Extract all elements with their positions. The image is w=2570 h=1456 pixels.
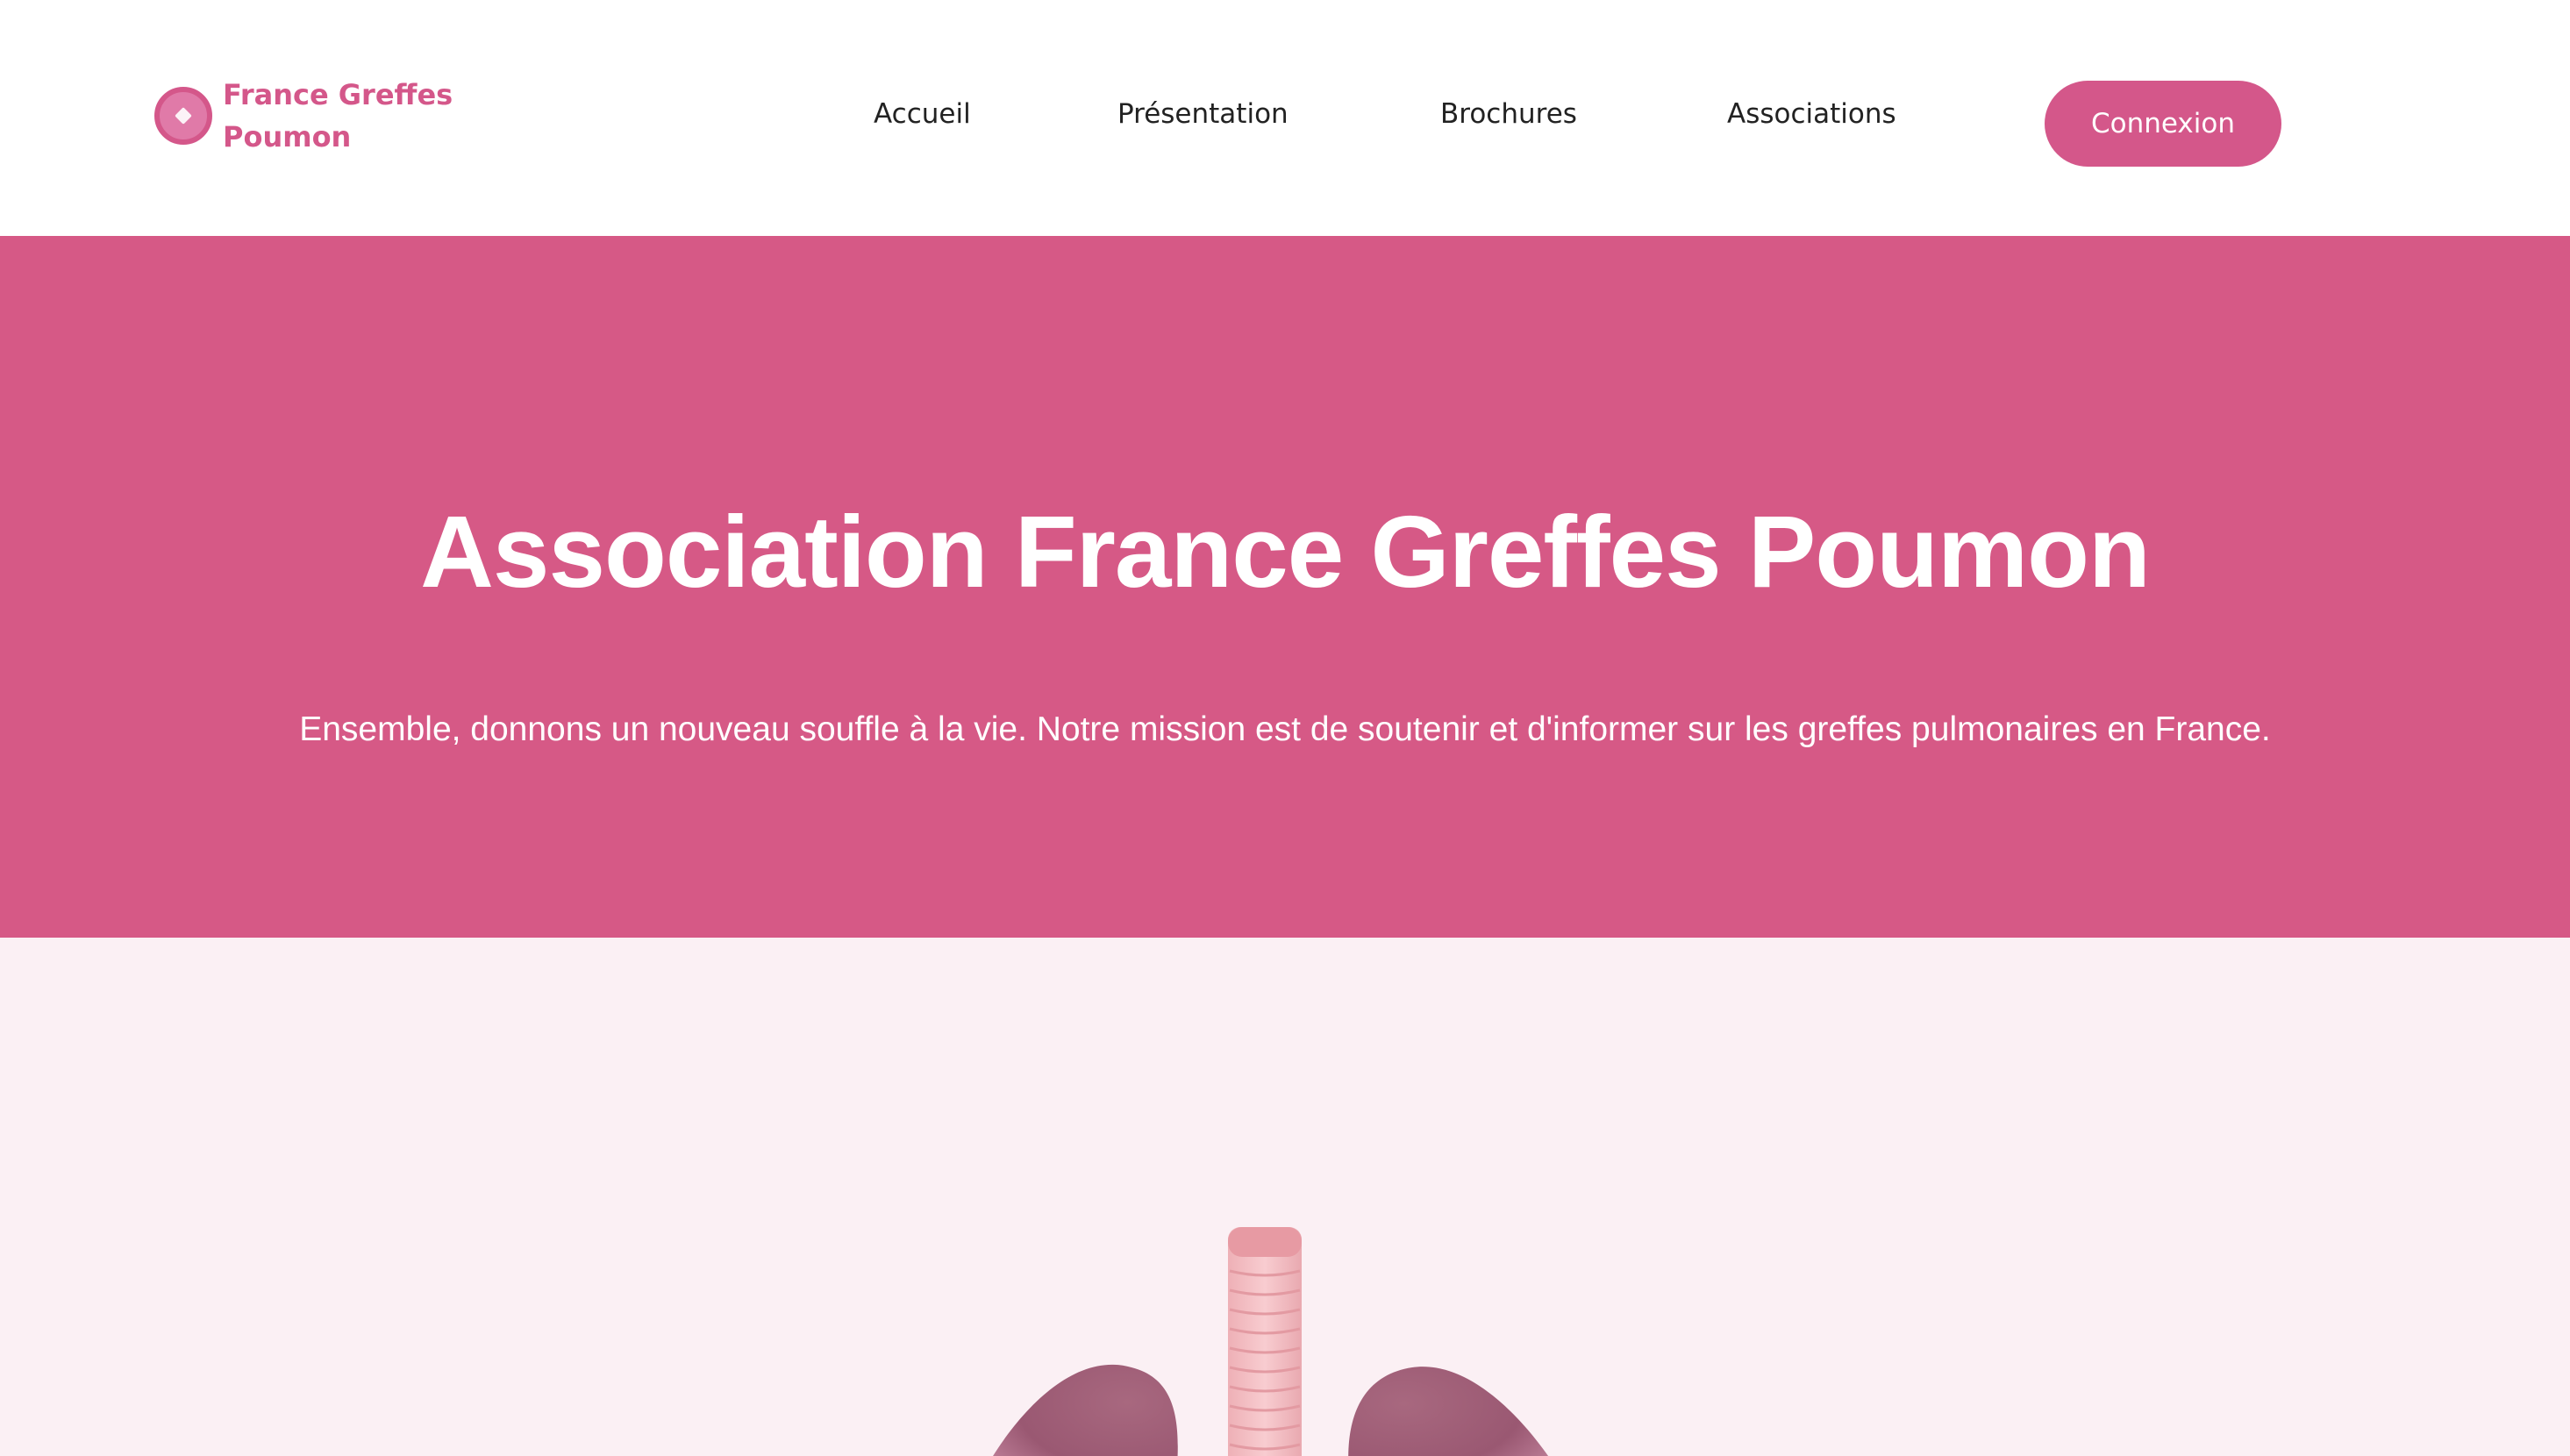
hero-banner: Association France Greffes Poumon Ensemb…: [0, 236, 2570, 1123]
nav-link-presentation[interactable]: Présentation: [1117, 98, 1289, 130]
nav-link-accueil[interactable]: Accueil: [874, 98, 971, 130]
nav-link-associations[interactable]: Associations: [1727, 98, 1896, 130]
lungs-illustration-section: [0, 938, 2570, 1456]
hero-subtitle: Ensemble, donnons un nouveau souffle à l…: [299, 710, 2271, 748]
site-logo[interactable]: France Greffes Poumon: [154, 74, 486, 158]
hero-title: Association France Greffes Poumon: [420, 495, 2151, 609]
nav-link-brochures[interactable]: Brochures: [1440, 98, 1577, 130]
lungs-illustration: [993, 1227, 1549, 1456]
site-header: France Greffes Poumon Accueil Présentati…: [0, 0, 2570, 236]
lung-logo-icon: [154, 87, 212, 145]
login-button[interactable]: Connexion: [2045, 81, 2281, 167]
site-logo-text: France Greffes Poumon: [223, 78, 453, 153]
